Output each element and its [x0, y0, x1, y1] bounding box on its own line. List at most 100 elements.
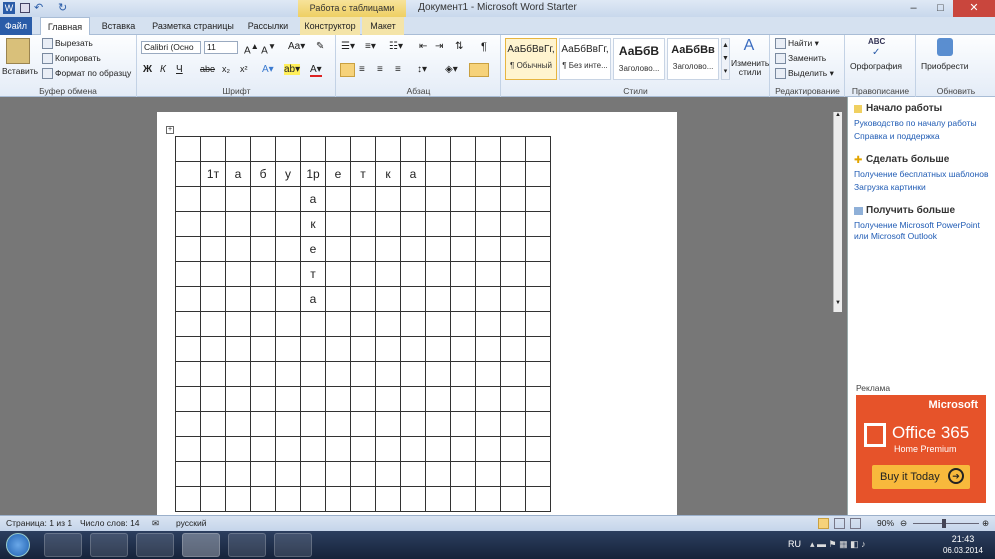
format-painter-button[interactable]: Формат по образцу: [42, 68, 131, 80]
table-cell[interactable]: [325, 486, 351, 512]
table-cell[interactable]: [325, 336, 351, 362]
zoom-slider[interactable]: [913, 523, 979, 524]
table-cell[interactable]: [375, 436, 401, 462]
styles-scroll[interactable]: ▲ ▼ ▾: [721, 38, 730, 80]
table-cell[interactable]: [475, 336, 501, 362]
table-cell[interactable]: [175, 386, 201, 412]
table-cell[interactable]: е: [325, 161, 351, 187]
table-cell[interactable]: [525, 136, 551, 162]
table-cell[interactable]: [475, 211, 501, 237]
table-cell[interactable]: [225, 436, 251, 462]
table-cell[interactable]: [425, 486, 451, 512]
table-cell[interactable]: [175, 311, 201, 337]
table-cell[interactable]: [475, 186, 501, 212]
clear-format-icon[interactable]: ✎: [316, 41, 324, 52]
table-cell[interactable]: а: [300, 186, 326, 212]
table-cell[interactable]: [350, 286, 376, 312]
table-cell[interactable]: [325, 361, 351, 387]
table-cell[interactable]: а: [300, 286, 326, 312]
table-cell[interactable]: [400, 436, 426, 462]
style-heading-1[interactable]: АаБбВ Заголово...: [613, 38, 665, 80]
table-cell[interactable]: а: [400, 161, 426, 187]
table-cell[interactable]: [325, 411, 351, 437]
link-powerpoint[interactable]: Получение Microsoft PowerPoint или Micro…: [854, 220, 994, 242]
table-cell[interactable]: [450, 286, 476, 312]
table-cell[interactable]: [525, 186, 551, 212]
table-cell[interactable]: [225, 361, 251, 387]
table-cell[interactable]: [325, 211, 351, 237]
table-cell[interactable]: [175, 136, 201, 162]
table-cell[interactable]: [250, 211, 276, 237]
table-cell[interactable]: [175, 161, 201, 187]
table-cell[interactable]: [250, 336, 276, 362]
table-cell[interactable]: [350, 386, 376, 412]
table-cell[interactable]: [200, 286, 226, 312]
table-cell[interactable]: [200, 361, 226, 387]
bullets-icon[interactable]: ☰▾: [341, 41, 355, 52]
table-cell[interactable]: [450, 261, 476, 287]
table-cell[interactable]: [500, 136, 526, 162]
table-cell[interactable]: [225, 386, 251, 412]
table-cell[interactable]: [450, 186, 476, 212]
table-cell[interactable]: [400, 136, 426, 162]
table-cell[interactable]: [375, 236, 401, 262]
minimize-button[interactable]: –: [900, 0, 927, 17]
table-cell[interactable]: [200, 261, 226, 287]
table-cell[interactable]: [425, 161, 451, 187]
table-cell[interactable]: [500, 486, 526, 512]
link-help[interactable]: Справка и поддержка: [854, 131, 994, 142]
decrease-indent-icon[interactable]: ⇤: [419, 41, 427, 52]
table-cell[interactable]: [250, 236, 276, 262]
table-cell[interactable]: [500, 161, 526, 187]
full-screen-icon[interactable]: [834, 518, 845, 529]
table-cell[interactable]: [300, 461, 326, 487]
recorder-icon[interactable]: [274, 533, 312, 557]
table-cell[interactable]: [425, 361, 451, 387]
change-case-icon[interactable]: Aa▾: [288, 41, 305, 52]
table-cell[interactable]: [350, 461, 376, 487]
table-cell[interactable]: [200, 411, 226, 437]
table-cell[interactable]: [450, 461, 476, 487]
table-cell[interactable]: [300, 411, 326, 437]
table-cell[interactable]: [175, 186, 201, 212]
table-cell[interactable]: [400, 461, 426, 487]
table-cell[interactable]: [525, 386, 551, 412]
table-cell[interactable]: а: [225, 161, 251, 187]
table-cell[interactable]: [250, 261, 276, 287]
table-cell[interactable]: [400, 361, 426, 387]
table-cell[interactable]: [200, 386, 226, 412]
table-cell[interactable]: [450, 336, 476, 362]
table-cell[interactable]: [425, 261, 451, 287]
table-cell[interactable]: [400, 261, 426, 287]
table-cell[interactable]: [400, 336, 426, 362]
table-cell[interactable]: у: [275, 161, 301, 187]
close-button[interactable]: ✕: [953, 0, 995, 17]
table-cell[interactable]: т: [300, 261, 326, 287]
table-cell[interactable]: [500, 436, 526, 462]
table-cell[interactable]: [375, 361, 401, 387]
table-cell[interactable]: [200, 336, 226, 362]
table-cell[interactable]: [375, 261, 401, 287]
word-taskbar-icon[interactable]: [182, 533, 220, 557]
table-cell[interactable]: [175, 461, 201, 487]
table-cell[interactable]: [300, 311, 326, 337]
office365-ad[interactable]: Microsoft Office 365 Home Premium Buy it…: [856, 395, 986, 503]
align-left-icon[interactable]: [340, 63, 355, 77]
table-cell[interactable]: [325, 236, 351, 262]
page-count[interactable]: Страница: 1 из 1: [6, 516, 72, 531]
zoom-thumb[interactable]: [942, 519, 946, 528]
replace-button[interactable]: Заменить: [775, 53, 826, 65]
save-icon[interactable]: [20, 3, 30, 13]
table-cell[interactable]: [425, 436, 451, 462]
table-cell[interactable]: [275, 386, 301, 412]
table-cell[interactable]: [275, 486, 301, 512]
tab-mailings[interactable]: Рассылки: [243, 17, 293, 35]
table-cell[interactable]: [275, 436, 301, 462]
zoom-level[interactable]: 90%: [877, 516, 894, 531]
table-cell[interactable]: [250, 286, 276, 312]
table-cell[interactable]: [275, 461, 301, 487]
table-cell[interactable]: [275, 311, 301, 337]
table-cell[interactable]: [475, 436, 501, 462]
table-cell[interactable]: [425, 186, 451, 212]
table-cell[interactable]: [175, 211, 201, 237]
